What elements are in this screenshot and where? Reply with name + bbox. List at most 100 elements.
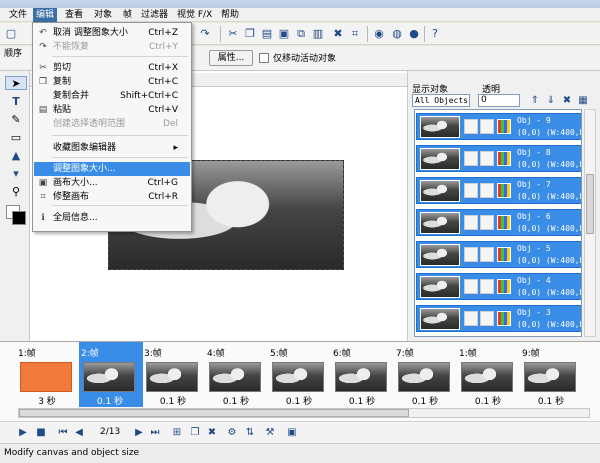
menu-object[interactable]: 对象	[91, 8, 115, 22]
frame-delay[interactable]: 0.1 秒	[394, 394, 456, 407]
frame-delay[interactable]: 0.1 秒	[79, 394, 141, 407]
move-down-icon[interactable]: ⇓	[544, 94, 558, 108]
color-grid-icon[interactable]	[497, 119, 511, 134]
frame-cell[interactable]: 6:帧 0.1 秒	[331, 342, 395, 407]
object-row[interactable]: Obj - 8 (0,0) (W:400,H:	[416, 145, 581, 172]
color-grid-icon[interactable]	[497, 279, 511, 294]
foreground-color-swatch[interactable]	[12, 211, 26, 225]
new-file-icon[interactable]: ▢	[4, 27, 18, 41]
frame-strip-scrollbar[interactable]	[18, 408, 590, 418]
lock-toggle-box[interactable]	[480, 279, 494, 294]
frame-delay[interactable]: 0.1 秒	[142, 394, 204, 407]
frame-cell[interactable]: 4:帧 0.1 秒	[205, 342, 269, 407]
frame-cell[interactable]: 3:帧 0.1 秒	[142, 342, 206, 407]
lock-toggle-box[interactable]	[480, 311, 494, 326]
frame-cell[interactable]: 1:帧 0.1 秒	[457, 342, 521, 407]
crop-icon[interactable]: ⌗	[348, 27, 362, 41]
copy-frame-icon[interactable]: ▥	[311, 27, 325, 41]
color-grid-icon[interactable]	[497, 215, 511, 230]
web-icon[interactable]: ◉	[372, 27, 386, 41]
frame-delay[interactable]: 0.1 秒	[457, 394, 519, 407]
play-icon[interactable]: ▶	[16, 426, 30, 440]
settings-icon[interactable]: ⚒	[263, 426, 277, 440]
stop-icon[interactable]: ■	[34, 426, 48, 440]
object-row[interactable]: Obj - 4 (0,0) (W:400,H:	[416, 273, 581, 300]
tween-icon[interactable]: ⚙	[225, 426, 239, 440]
prev-frame-icon[interactable]: ◀	[72, 426, 86, 440]
menu-filter[interactable]: 过滤器	[138, 8, 171, 22]
duplicate-frame-icon[interactable]: ⧉	[294, 27, 308, 41]
edit-menu-item[interactable]: 调整图象大小...	[34, 162, 190, 176]
object-properties-icon[interactable]: ▦	[576, 94, 590, 108]
object-row[interactable]: Obj - 6 (0,0) (W:400,H:	[416, 209, 581, 236]
scrollbar-thumb[interactable]	[19, 409, 409, 417]
edit-menu-item[interactable]: ▣ 画布大小... Ctrl+G	[34, 176, 190, 190]
frame-delay[interactable]: 3 秒	[16, 394, 78, 407]
frame-cell[interactable]: 9:帧 0.1 秒	[520, 342, 584, 407]
move-active-only-checkbox[interactable]	[259, 53, 269, 63]
color-grid-icon[interactable]	[497, 311, 511, 326]
frame-delay[interactable]: 0.1 秒	[268, 394, 330, 407]
last-frame-icon[interactable]: ⏭	[148, 426, 162, 440]
zoom-icon[interactable]: ⚲	[9, 185, 23, 199]
cut-icon[interactable]: ✂	[226, 27, 240, 41]
edit-menu-item[interactable]: 复制合并 Shift+Ctrl+C	[34, 89, 190, 103]
menu-file[interactable]: 文件	[6, 8, 30, 22]
menu-edit[interactable]: 编辑	[33, 8, 58, 22]
delete-object-icon[interactable]: ✖	[560, 94, 574, 108]
menu-visual-fx[interactable]: 视觉 F/X	[174, 8, 215, 22]
visibility-toggle-box[interactable]	[464, 311, 478, 326]
duplicate-frame-icon[interactable]: ❐	[188, 426, 202, 440]
lock-toggle-box[interactable]	[480, 119, 494, 134]
add-frame-icon[interactable]: ⊞	[170, 426, 184, 440]
copy-icon[interactable]: ❐	[243, 27, 257, 41]
frame-cell[interactable]: 7:帧 0.1 秒	[394, 342, 458, 407]
visibility-toggle-box[interactable]	[464, 151, 478, 166]
lock-toggle-box[interactable]	[480, 215, 494, 230]
menu-help[interactable]: 帮助	[218, 8, 242, 22]
reverse-icon[interactable]: ⇅	[243, 426, 257, 440]
eyedropper-icon[interactable]: ▾	[9, 167, 23, 181]
edit-menu-item[interactable]: ❐ 复制 Ctrl+C	[34, 75, 190, 89]
object-list[interactable]: Obj - 9 (0,0) (W:400,H: Obj - 8 (0,0) (W:40…	[414, 109, 582, 337]
frame-cell[interactable]: 5:帧 0.1 秒	[268, 342, 332, 407]
edit-menu-item[interactable]: ▤ 粘贴 Ctrl+V	[34, 103, 190, 117]
visibility-toggle-box[interactable]	[464, 183, 478, 198]
edit-menu-item[interactable]: ↶ 取消 调整图象大小 Ctrl+Z	[34, 26, 190, 40]
object-row[interactable]: Obj - 5 (0,0) (W:400,H:	[416, 241, 581, 268]
brush-icon[interactable]: ✎	[9, 113, 23, 127]
scrollbar-thumb[interactable]	[586, 174, 594, 234]
frame-delay[interactable]: 0.1 秒	[331, 394, 393, 407]
color-grid-icon[interactable]	[497, 183, 511, 198]
frame-cell[interactable]: 1:帧 3 秒	[16, 342, 80, 407]
select-arrow-icon[interactable]: ➤	[5, 76, 27, 90]
properties-button[interactable]: 属性...	[209, 50, 253, 66]
frame-delay[interactable]: 0.1 秒	[520, 394, 582, 407]
menu-frame[interactable]: 帧	[120, 8, 135, 22]
first-frame-icon[interactable]: ⏮	[56, 426, 70, 440]
object-row[interactable]: Obj - 3 (0,0) (W:400,H:	[416, 305, 581, 332]
paste-icon[interactable]: ▤	[260, 27, 274, 41]
lock-toggle-box[interactable]	[480, 151, 494, 166]
transparency-input[interactable]: 0	[478, 94, 520, 107]
text-tool-icon[interactable]: T	[9, 95, 23, 109]
edit-menu-item[interactable]: 收藏图象编辑器 ▸	[34, 141, 190, 155]
lock-toggle-box[interactable]	[480, 183, 494, 198]
frame-delay[interactable]: 0.1 秒	[205, 394, 267, 407]
edit-menu-item[interactable]: ⌗ 修整画布 Ctrl+R	[34, 190, 190, 204]
visibility-toggle-box[interactable]	[464, 119, 478, 134]
visibility-toggle-box[interactable]	[464, 215, 478, 230]
move-up-icon[interactable]: ⇑	[528, 94, 542, 108]
object-row[interactable]: Obj - 9 (0,0) (W:400,H:	[416, 113, 581, 140]
display-objects-select[interactable]: All Objects	[412, 94, 470, 107]
record-icon[interactable]: ●	[407, 27, 421, 41]
optimize-icon[interactable]: ◍	[390, 27, 404, 41]
fill-bucket-icon[interactable]: ▲	[9, 149, 23, 163]
color-grid-icon[interactable]	[497, 151, 511, 166]
frame-cell[interactable]: 2:帧 0.1 秒	[79, 342, 143, 407]
next-frame-icon[interactable]: ▶	[132, 426, 146, 440]
color-grid-icon[interactable]	[497, 247, 511, 262]
frame-icon[interactable]: ▣	[277, 27, 291, 41]
help-icon[interactable]: ?	[428, 27, 442, 41]
edit-menu-item[interactable]: ℹ 全局信息...	[34, 211, 190, 225]
